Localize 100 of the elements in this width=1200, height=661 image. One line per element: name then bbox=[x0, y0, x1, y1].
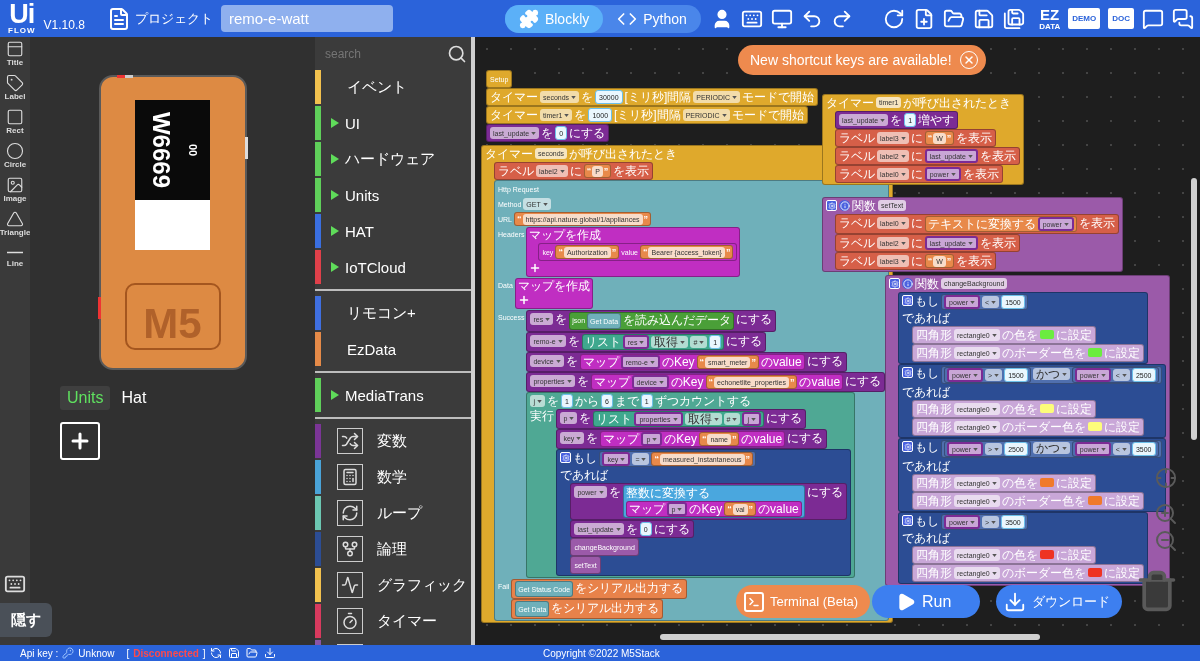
category-item[interactable]: IoTCloud bbox=[315, 250, 475, 284]
zoom-in-icon[interactable] bbox=[1154, 502, 1178, 526]
save-as-icon[interactable] bbox=[1003, 7, 1026, 30]
category-item[interactable]: EzData bbox=[315, 332, 475, 366]
tool-button[interactable]: Triangle bbox=[0, 210, 31, 242]
sync-icon[interactable] bbox=[209, 647, 222, 659]
color-swatch[interactable] bbox=[1039, 330, 1054, 339]
badge-button[interactable]: DEMO bbox=[1068, 8, 1101, 29]
gear-icon[interactable] bbox=[889, 278, 900, 289]
map-block[interactable]: マップを作成 bbox=[514, 278, 593, 309]
hide-button[interactable]: 隠す bbox=[0, 603, 52, 637]
run-button[interactable]: Run bbox=[872, 585, 980, 618]
block-text: に bbox=[910, 216, 923, 230]
block-text: マップ bbox=[582, 355, 619, 369]
caret-icon bbox=[991, 520, 997, 524]
tool-button[interactable]: Rect bbox=[6, 108, 24, 140]
color-swatch[interactable] bbox=[1087, 348, 1102, 357]
hardware-tab[interactable]: Hat bbox=[114, 386, 154, 410]
category-item[interactable]: MediaTrans bbox=[315, 378, 475, 412]
save-icon[interactable] bbox=[973, 7, 996, 30]
block-text: に設定 bbox=[1103, 346, 1140, 360]
gear-icon[interactable] bbox=[902, 367, 913, 378]
quote-mark: “ bbox=[654, 454, 659, 464]
badge-button[interactable]: DOC bbox=[1108, 8, 1134, 29]
block-text: のvalue bbox=[760, 355, 802, 369]
bracket-text: [ bbox=[126, 647, 130, 659]
block-text: を bbox=[567, 334, 580, 348]
block-text: に設定 bbox=[1103, 420, 1140, 434]
caret-icon bbox=[641, 457, 647, 461]
color-swatch[interactable] bbox=[1087, 568, 1102, 577]
category-item[interactable]: 数学 bbox=[315, 460, 475, 494]
save-icon[interactable] bbox=[227, 647, 240, 659]
zoom-out-icon[interactable] bbox=[1154, 529, 1178, 553]
function-block[interactable] bbox=[885, 275, 1170, 586]
folder-icon[interactable] bbox=[943, 7, 966, 30]
editor-tab[interactable]: Python bbox=[603, 4, 701, 33]
crosshair-icon[interactable] bbox=[1155, 467, 1177, 489]
gear-icon[interactable] bbox=[826, 200, 837, 211]
download-button[interactable]: ダウンロード bbox=[996, 585, 1122, 618]
ezdata-button[interactable]: EZ DATA bbox=[1039, 6, 1061, 31]
dropdown-field[interactable]: 取得 bbox=[684, 413, 722, 425]
gear-icon[interactable] bbox=[560, 452, 572, 463]
dropdown-field[interactable]: 取得 bbox=[651, 336, 689, 348]
caret-icon bbox=[564, 113, 570, 117]
chat-icon[interactable] bbox=[1142, 7, 1164, 30]
color-swatch[interactable] bbox=[1039, 550, 1054, 559]
gear-icon[interactable] bbox=[902, 441, 913, 452]
category-item[interactable]: HAT bbox=[315, 214, 475, 248]
category-item[interactable]: グラフィック bbox=[315, 568, 475, 602]
category-item[interactable]: イベント bbox=[315, 70, 475, 104]
gear-icon[interactable] bbox=[902, 515, 913, 526]
tool-button[interactable]: Image bbox=[3, 176, 27, 208]
category-item[interactable]: タイマー bbox=[315, 604, 475, 638]
info-icon[interactable] bbox=[902, 278, 913, 289]
caret-icon bbox=[713, 417, 719, 421]
info-icon[interactable] bbox=[839, 200, 850, 211]
caret-icon bbox=[571, 95, 577, 99]
tool-button[interactable]: Title bbox=[6, 40, 24, 72]
dropdown-field[interactable]: かつ bbox=[1032, 368, 1070, 380]
plus-icon[interactable] bbox=[529, 262, 542, 274]
caret-icon bbox=[994, 373, 1000, 377]
add-button[interactable] bbox=[60, 422, 100, 460]
scrollbar[interactable] bbox=[660, 634, 1040, 640]
download-icon[interactable] bbox=[263, 647, 276, 659]
refresh-icon[interactable] bbox=[883, 7, 906, 30]
category-item[interactable]: リモコン+ bbox=[315, 296, 475, 330]
block-text: 四角形 bbox=[916, 402, 952, 416]
search-field[interactable]: search bbox=[323, 45, 447, 62]
quote-mark: “ bbox=[927, 256, 933, 266]
tool-button[interactable]: Label bbox=[4, 74, 26, 106]
tool-button[interactable]: Circle bbox=[3, 142, 27, 174]
caret-icon bbox=[991, 351, 997, 355]
scrollbar[interactable] bbox=[1191, 178, 1197, 440]
block-text: から bbox=[574, 394, 599, 408]
messages-icon[interactable] bbox=[1172, 7, 1194, 30]
scrollbar[interactable] bbox=[471, 37, 475, 645]
hardware-tab[interactable]: Units bbox=[60, 386, 111, 410]
play-icon bbox=[896, 591, 916, 612]
dropdown-field[interactable]: かつ bbox=[1032, 442, 1070, 454]
category-item[interactable]: ハードウェア bbox=[315, 142, 475, 176]
category-item[interactable]: Units bbox=[315, 178, 475, 212]
puzzle-icon bbox=[518, 8, 539, 29]
color-swatch[interactable] bbox=[1039, 478, 1054, 487]
color-swatch[interactable] bbox=[1039, 404, 1054, 413]
gear-icon[interactable] bbox=[902, 295, 913, 306]
loop-block[interactable] bbox=[526, 392, 855, 578]
color-swatch[interactable] bbox=[1087, 422, 1102, 431]
category-item[interactable]: 変数 bbox=[315, 424, 475, 458]
category-item[interactable]: ループ bbox=[315, 496, 475, 530]
tool-button[interactable]: Line bbox=[6, 244, 24, 276]
caret-icon bbox=[615, 527, 621, 531]
keyboard-icon[interactable] bbox=[4, 573, 26, 595]
plus-icon[interactable] bbox=[517, 294, 530, 306]
monitor-icon[interactable] bbox=[771, 7, 794, 30]
color-swatch[interactable] bbox=[1087, 496, 1102, 505]
category-item[interactable]: 論理 bbox=[315, 532, 475, 566]
search-icon[interactable] bbox=[447, 43, 467, 64]
category-item[interactable]: UI bbox=[315, 106, 475, 140]
folder-icon[interactable] bbox=[245, 647, 258, 659]
project-button[interactable]: プロジェクト bbox=[106, 6, 213, 31]
